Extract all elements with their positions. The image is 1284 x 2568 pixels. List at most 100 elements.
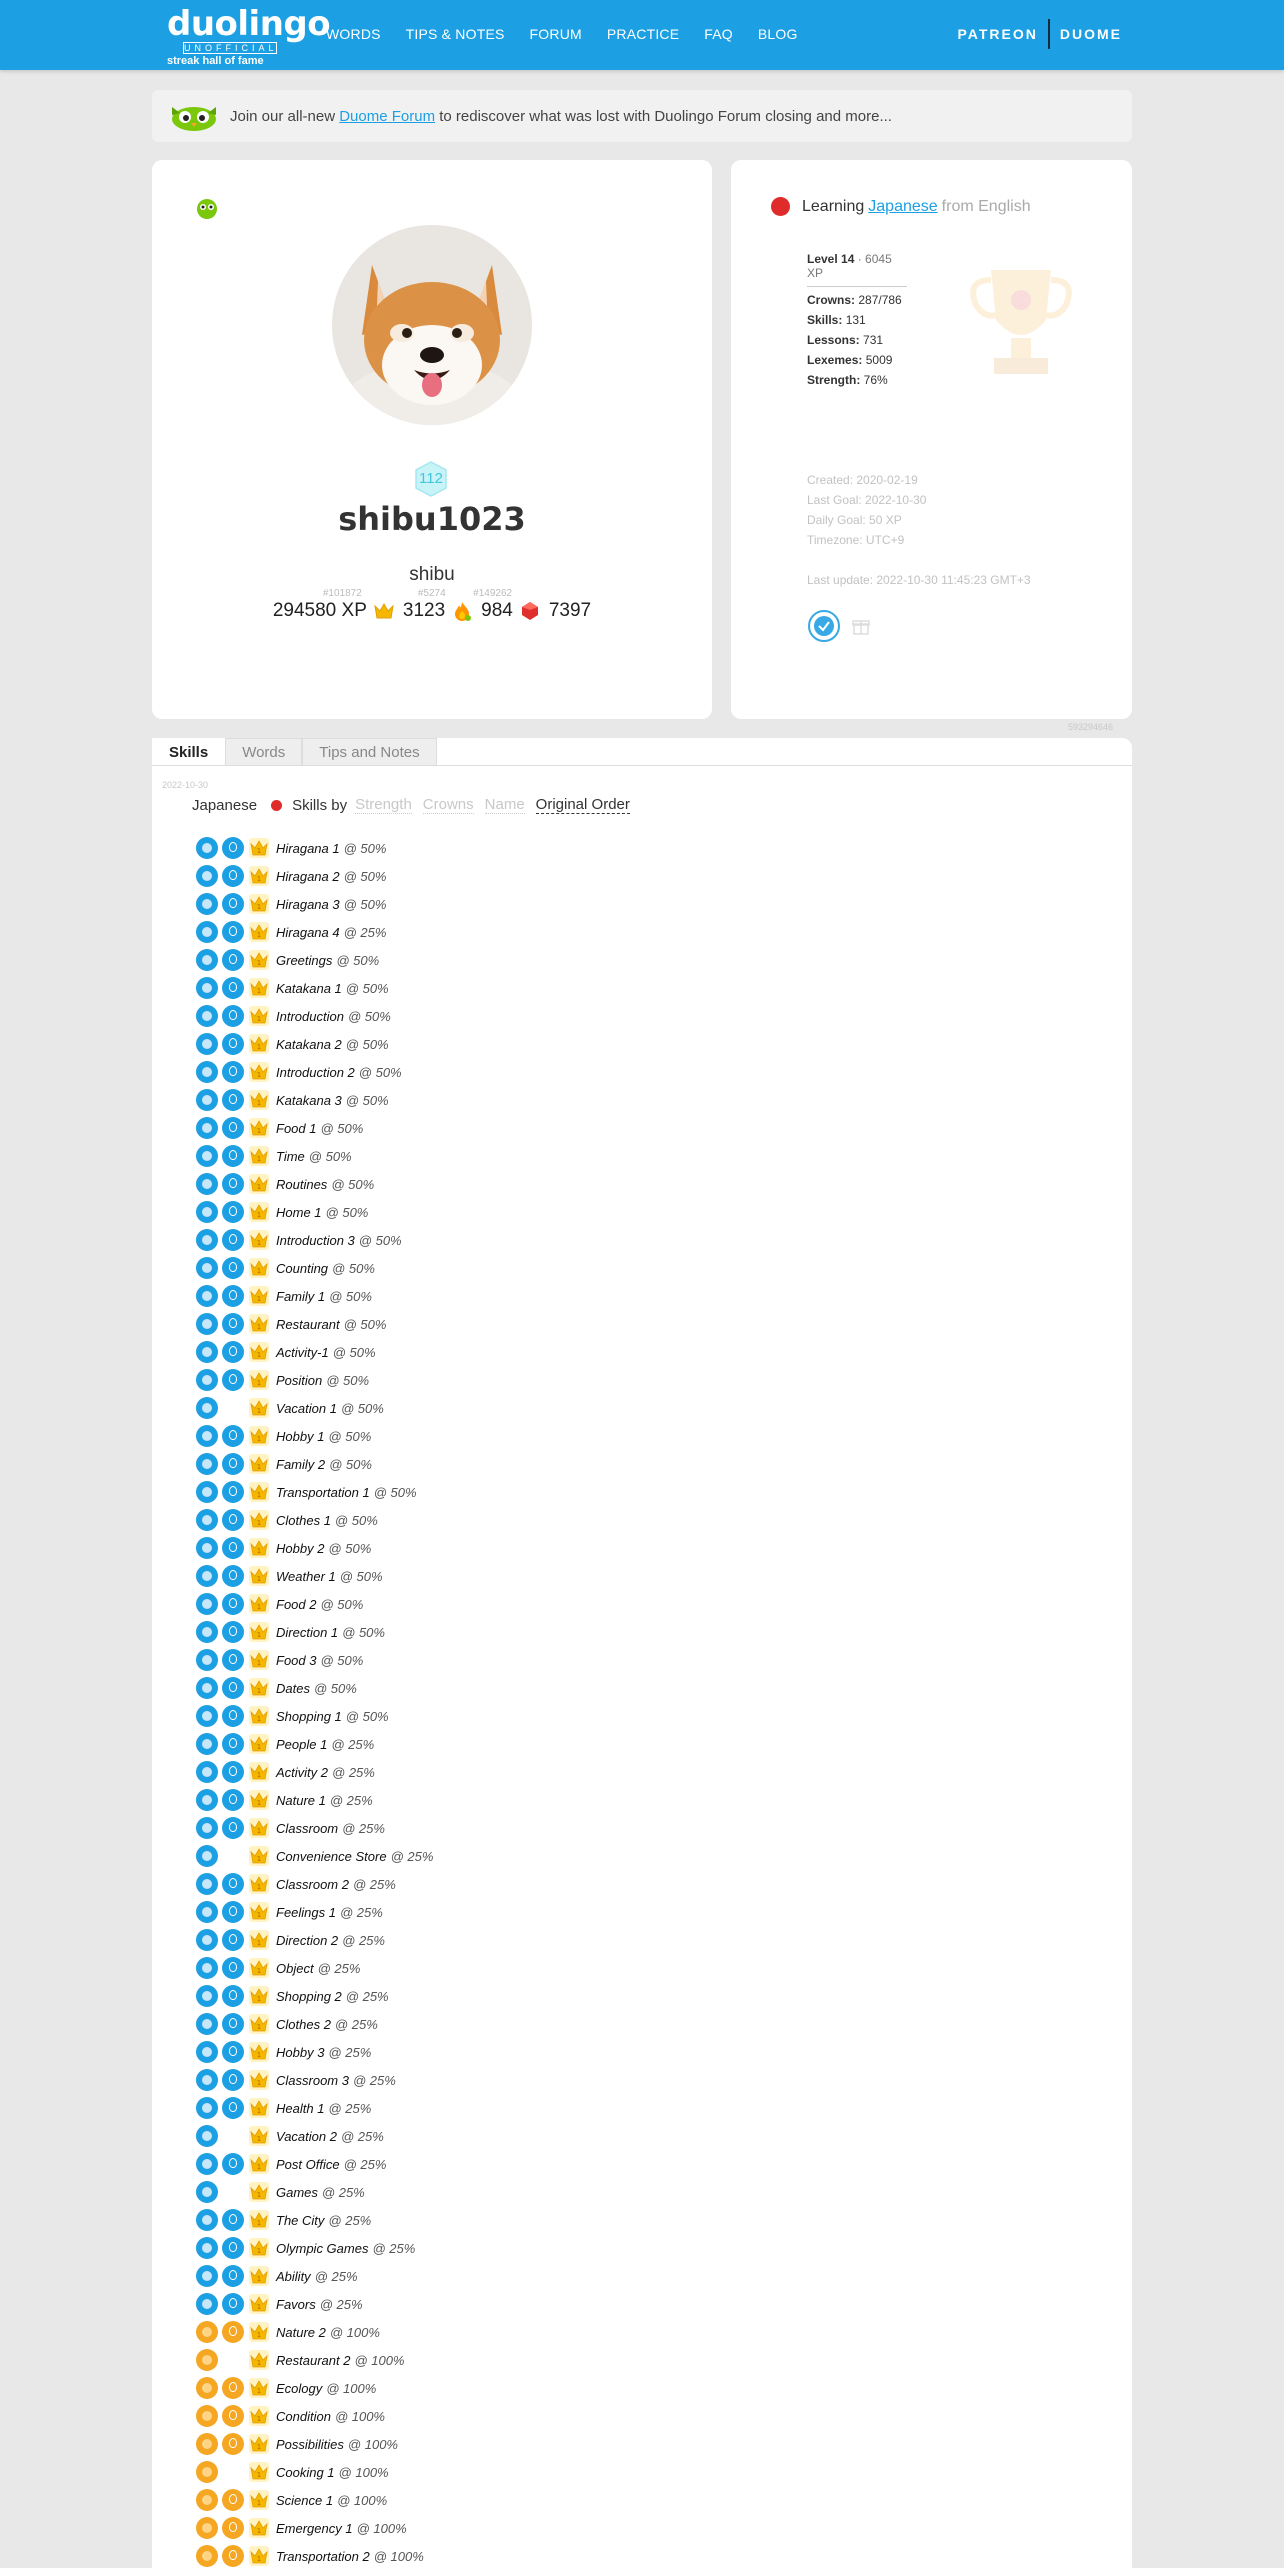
skill-row[interactable]: 1 Introduction 3 @ 50% (196, 1226, 433, 1254)
skill-icon[interactable] (196, 2041, 218, 2063)
duolingo-logo[interactable]: duolingo UNOFFICIAL streak hall of fame (167, 7, 331, 68)
skill-row[interactable]: 1 Vacation 1 @ 50% (196, 1394, 433, 1422)
skill-icon[interactable] (196, 1425, 218, 1447)
skill-name[interactable]: Ecology @ 100% (276, 2381, 376, 2396)
skill-row[interactable]: 1 Katakana 2 @ 50% (196, 1030, 433, 1058)
tips-lightbulb-icon[interactable] (222, 1005, 244, 1027)
skill-icon[interactable] (196, 1229, 218, 1251)
tips-lightbulb-icon[interactable] (222, 921, 244, 943)
skill-name[interactable]: Classroom 3 @ 25% (276, 2073, 396, 2088)
skill-name[interactable]: Cooking 1 @ 100% (276, 2465, 389, 2480)
skill-row[interactable]: 1 Vacation 2 @ 25% (196, 2122, 433, 2150)
tips-lightbulb-icon[interactable] (222, 1649, 244, 1671)
skill-row[interactable]: 1 Introduction @ 50% (196, 1002, 433, 1030)
skill-name[interactable]: Direction 1 @ 50% (276, 1625, 385, 1640)
skill-icon[interactable] (196, 2013, 218, 2035)
skill-name[interactable]: Hiragana 4 @ 25% (276, 925, 386, 940)
skill-icon[interactable] (196, 1509, 218, 1531)
skill-name[interactable]: Clothes 2 @ 25% (276, 2017, 378, 2032)
skill-row[interactable]: 1 Clothes 1 @ 50% (196, 1506, 433, 1534)
skill-row[interactable]: 1 Nature 2 @ 100% (196, 2318, 433, 2346)
skill-icon[interactable] (196, 2125, 218, 2147)
skill-row[interactable]: 1 Emergency 1 @ 100% (196, 2514, 433, 2542)
tips-lightbulb-icon[interactable] (222, 2153, 244, 2175)
skill-name[interactable]: Position @ 50% (276, 1373, 369, 1388)
skill-name[interactable]: Emergency 1 @ 100% (276, 2521, 407, 2536)
tips-lightbulb-icon[interactable] (222, 1901, 244, 1923)
tips-lightbulb-icon[interactable] (222, 2545, 244, 2567)
skill-icon[interactable] (196, 1565, 218, 1587)
skill-icon[interactable] (196, 1537, 218, 1559)
skill-name[interactable]: Condition @ 100% (276, 2409, 385, 2424)
skill-name[interactable]: Feelings 1 @ 25% (276, 1905, 383, 1920)
skill-row[interactable]: 1 Food 2 @ 50% (196, 1590, 433, 1618)
skill-icon[interactable] (196, 1705, 218, 1727)
tab-tips-notes[interactable]: Tips and Notes (302, 738, 437, 765)
skill-icon[interactable] (196, 1257, 218, 1279)
tips-lightbulb-icon[interactable] (222, 1957, 244, 1979)
skill-row[interactable]: 1 Olympic Games @ 25% (196, 2234, 433, 2262)
skill-icon[interactable] (196, 1817, 218, 1839)
skill-icon[interactable] (196, 2377, 218, 2399)
skill-row[interactable]: 1 The City @ 25% (196, 2206, 433, 2234)
sort-strength[interactable]: Strength (355, 796, 412, 814)
skill-row[interactable]: 1 Katakana 1 @ 50% (196, 974, 433, 1002)
skill-row[interactable]: 1 Restaurant 2 @ 100% (196, 2346, 433, 2374)
skill-icon[interactable] (196, 2237, 218, 2259)
skill-icon[interactable] (196, 1033, 218, 1055)
skill-icon[interactable] (196, 2181, 218, 2203)
tips-lightbulb-icon[interactable] (222, 1257, 244, 1279)
skill-name[interactable]: Shopping 1 @ 50% (276, 1709, 389, 1724)
skill-name[interactable]: Home 1 @ 50% (276, 1205, 368, 1220)
skill-row[interactable]: 1 Cooking 1 @ 100% (196, 2458, 433, 2486)
skill-name[interactable]: The City @ 25% (276, 2213, 371, 2228)
skill-icon[interactable] (196, 837, 218, 859)
skill-icon[interactable] (196, 1089, 218, 1111)
skill-name[interactable]: Restaurant @ 50% (276, 1317, 386, 1332)
tips-lightbulb-icon[interactable] (222, 1061, 244, 1083)
skill-row[interactable]: 1 Direction 2 @ 25% (196, 1926, 433, 1954)
skill-icon[interactable] (196, 1985, 218, 2007)
skill-row[interactable]: 1 Health 1 @ 25% (196, 2094, 433, 2122)
language-link[interactable]: Japanese (868, 198, 937, 216)
skill-name[interactable]: Health 1 @ 25% (276, 2101, 371, 2116)
skill-name[interactable]: Family 1 @ 50% (276, 1289, 372, 1304)
skill-icon[interactable] (196, 2349, 218, 2371)
skill-name[interactable]: Clothes 1 @ 50% (276, 1513, 378, 1528)
skill-name[interactable]: Direction 2 @ 25% (276, 1933, 385, 1948)
skill-name[interactable]: Routines @ 50% (276, 1177, 374, 1192)
skill-icon[interactable] (196, 2545, 218, 2567)
tips-lightbulb-icon[interactable] (222, 1509, 244, 1531)
skill-row[interactable]: 1 Classroom 2 @ 25% (196, 1870, 433, 1898)
skill-row[interactable]: 1 People 1 @ 25% (196, 1730, 433, 1758)
skill-icon[interactable] (196, 1789, 218, 1811)
sort-name[interactable]: Name (484, 796, 525, 814)
skill-icon[interactable] (196, 977, 218, 999)
skill-icon[interactable] (196, 1929, 218, 1951)
tips-lightbulb-icon[interactable] (222, 1229, 244, 1251)
skill-name[interactable]: Food 3 @ 50% (276, 1653, 363, 1668)
tips-lightbulb-icon[interactable] (222, 893, 244, 915)
skill-icon[interactable] (196, 1285, 218, 1307)
skill-icon[interactable] (196, 1733, 218, 1755)
skill-name[interactable]: Introduction @ 50% (276, 1009, 391, 1024)
skill-name[interactable]: Katakana 3 @ 50% (276, 1093, 389, 1108)
skill-row[interactable]: 1 Introduction 2 @ 50% (196, 1058, 433, 1086)
skill-name[interactable]: Favors @ 25% (276, 2297, 363, 2312)
skill-row[interactable]: 1 Hobby 3 @ 25% (196, 2038, 433, 2066)
skill-icon[interactable] (196, 1845, 218, 1867)
skill-row[interactable]: 1 Katakana 3 @ 50% (196, 1086, 433, 1114)
skill-name[interactable]: Katakana 1 @ 50% (276, 981, 389, 996)
skill-icon[interactable] (196, 1481, 218, 1503)
skill-name[interactable]: Classroom @ 25% (276, 1821, 385, 1836)
skill-name[interactable]: Dates @ 50% (276, 1681, 357, 1696)
tips-lightbulb-icon[interactable] (222, 2069, 244, 2091)
skill-icon[interactable] (196, 2433, 218, 2455)
skill-icon[interactable] (196, 949, 218, 971)
skill-name[interactable]: Activity-1 @ 50% (276, 1345, 376, 1360)
tips-lightbulb-icon[interactable] (222, 1705, 244, 1727)
skill-name[interactable]: Time @ 50% (276, 1149, 352, 1164)
skill-name[interactable]: Weather 1 @ 50% (276, 1569, 383, 1584)
skill-icon[interactable] (196, 1873, 218, 1895)
skill-row[interactable]: 1 Hobby 2 @ 50% (196, 1534, 433, 1562)
